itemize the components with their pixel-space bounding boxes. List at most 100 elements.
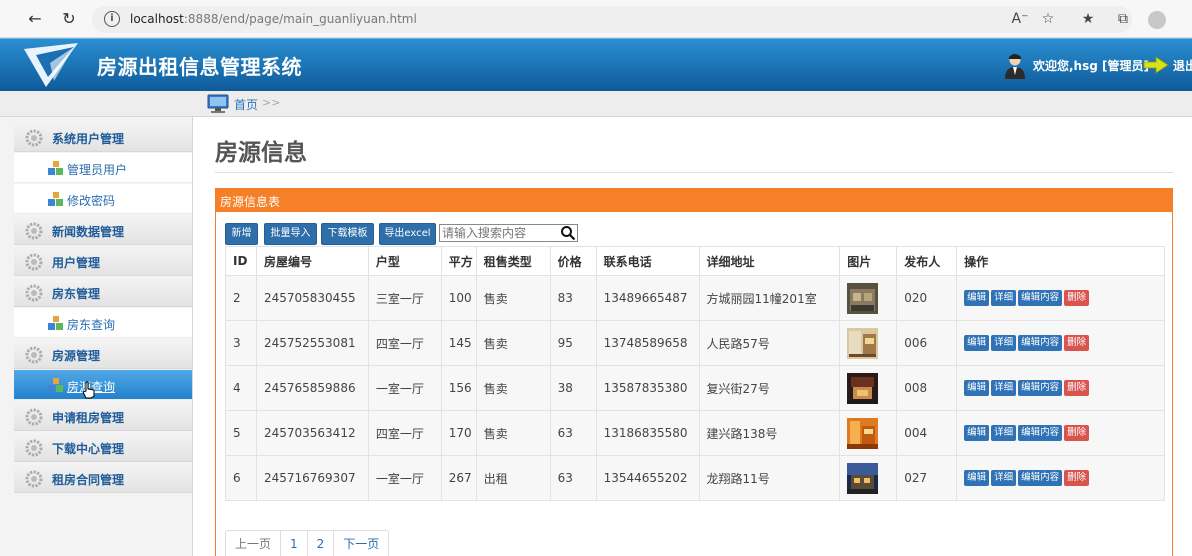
- add-button[interactable]: 新增: [225, 223, 258, 245]
- search-icon[interactable]: [560, 225, 576, 241]
- house-photo-thumbnail[interactable]: [847, 372, 879, 404]
- site-info-icon[interactable]: i: [104, 11, 120, 27]
- edit-content-button[interactable]: 编辑内容: [1018, 335, 1063, 351]
- edit-content-button[interactable]: 编辑内容: [1018, 425, 1063, 441]
- edit-content-button[interactable]: 编辑内容: [1018, 380, 1063, 396]
- profile-avatar-icon[interactable]: [1148, 11, 1166, 29]
- column-header: 平方: [440, 246, 477, 276]
- cell-type: 售卖: [475, 275, 551, 321]
- column-header: ID: [225, 246, 257, 276]
- table-row: 3 245752553081 四室一厅 145 售卖 95 1374858965…: [225, 320, 1165, 366]
- house-photo-thumbnail[interactable]: [847, 417, 879, 449]
- search-input[interactable]: [440, 225, 560, 241]
- delete-button[interactable]: 删除: [1064, 335, 1090, 351]
- column-header: 联系电话: [595, 246, 700, 276]
- sidebar-group-landlords[interactable]: 房东管理: [14, 277, 192, 307]
- sidebar-group-contracts[interactable]: 租房合同管理: [14, 463, 192, 493]
- welcome-text: 欢迎您,hsg [管理员]: [1033, 59, 1149, 73]
- blocks-icon: [48, 316, 63, 330]
- cell-code: 245752553081: [255, 320, 369, 366]
- sidebar-group-label: 系统用户管理: [52, 132, 125, 146]
- sidebar-group-label: 房东管理: [52, 287, 101, 301]
- sidebar-group-housing[interactable]: 房源管理: [14, 339, 192, 369]
- logo-icon: [24, 43, 78, 87]
- blocks-icon: [48, 161, 63, 175]
- delete-button[interactable]: 删除: [1064, 425, 1090, 441]
- edit-button[interactable]: 编辑: [964, 335, 990, 351]
- column-header: 发布人: [896, 246, 958, 276]
- detail-button[interactable]: 详细: [991, 425, 1017, 441]
- edit-button[interactable]: 编辑: [964, 290, 990, 306]
- edit-button[interactable]: 编辑: [964, 380, 990, 396]
- edit-button[interactable]: 编辑: [964, 470, 990, 486]
- monitor-icon: [207, 94, 229, 113]
- breadcrumb-home-link[interactable]: 首页: [234, 96, 258, 113]
- sidebar-group-users[interactable]: 用户管理: [14, 246, 192, 276]
- back-arrow-icon[interactable]: ←: [24, 8, 46, 30]
- house-photo-thumbnail[interactable]: [847, 462, 879, 494]
- sidebar-item-housing-query[interactable]: 房源查询: [14, 370, 192, 400]
- page-1-button[interactable]: 1: [281, 531, 308, 556]
- cell-price: 83: [549, 275, 597, 321]
- sidebar-item-admin-users[interactable]: 管理员用户: [14, 153, 192, 183]
- table-row: 2 245705830455 三室一厅 100 售卖 83 1348966548…: [225, 275, 1165, 321]
- cell-image: [839, 320, 898, 366]
- sidebar-item-label: 管理员用户: [67, 163, 128, 177]
- logout-link[interactable]: 退出: [1173, 57, 1192, 74]
- cell-address: 龙翔路11号: [698, 455, 841, 501]
- url-text[interactable]: localhost:8888/end/page/main_guanliyuan.…: [130, 12, 417, 26]
- delete-button[interactable]: 删除: [1064, 470, 1090, 486]
- column-header: 图片: [839, 246, 898, 276]
- column-header: 价格: [549, 246, 597, 276]
- gear-icon: [25, 439, 43, 457]
- delete-button[interactable]: 删除: [1064, 380, 1090, 396]
- detail-button[interactable]: 详细: [991, 470, 1017, 486]
- edit-button[interactable]: 编辑: [964, 425, 990, 441]
- cell-publisher: 020: [896, 275, 958, 321]
- house-photo-thumbnail[interactable]: [847, 327, 879, 359]
- reload-icon[interactable]: ↻: [58, 8, 80, 30]
- download-template-button[interactable]: 下载模板: [321, 223, 374, 245]
- edit-content-button[interactable]: 编辑内容: [1018, 290, 1063, 306]
- panel-title: 房源信息表: [220, 195, 281, 209]
- gear-icon: [25, 253, 43, 271]
- next-page-button[interactable]: 下一页: [334, 531, 388, 556]
- sidebar-group-label: 申请租房管理: [52, 411, 125, 425]
- breadcrumb: 首页 >>: [0, 91, 1192, 117]
- cell-layout: 一室一厅: [367, 455, 442, 501]
- cell-address: 人民路57号: [698, 320, 841, 366]
- logout-arrow-icon[interactable]: [1143, 56, 1169, 74]
- batch-import-button[interactable]: 批量导入: [264, 223, 317, 245]
- sidebar-item-landlord-query[interactable]: 房东查询: [14, 308, 192, 338]
- add-favorite-icon[interactable]: ☆: [1038, 9, 1058, 29]
- gear-icon: [25, 284, 43, 302]
- collections-icon[interactable]: ⧉: [1113, 9, 1133, 29]
- read-aloud-icon[interactable]: A⁻: [1010, 9, 1030, 29]
- detail-button[interactable]: 详细: [991, 335, 1017, 351]
- delete-button[interactable]: 删除: [1064, 290, 1090, 306]
- sidebar-group-downloads[interactable]: 下载中心管理: [14, 432, 192, 462]
- cell-address: 复兴街27号: [698, 365, 841, 411]
- address-bar[interactable]: i localhost:8888/end/page/main_guanliyua…: [92, 6, 1132, 33]
- detail-button[interactable]: 详细: [991, 380, 1017, 396]
- cell-actions: 编辑 详细 编辑内容 删除: [956, 320, 1165, 366]
- cell-price: 38: [549, 365, 597, 411]
- edit-content-button[interactable]: 编辑内容: [1018, 470, 1063, 486]
- admin-user-icon: [1005, 54, 1025, 79]
- blocks-icon: [48, 192, 63, 206]
- detail-button[interactable]: 详细: [991, 290, 1017, 306]
- housing-panel: 房源信息表 新增 批量导入 下载模板 导出excel ID 房屋编号 户型 平方…: [215, 188, 1173, 556]
- sidebar-group-news[interactable]: 新闻数据管理: [14, 215, 192, 245]
- cell-layout: 四室一厅: [367, 320, 442, 366]
- cell-code: 245716769307: [255, 455, 369, 501]
- sidebar-item-label: 房东查询: [67, 318, 116, 332]
- sidebar-item-change-password[interactable]: 修改密码: [14, 184, 192, 214]
- house-photo-thumbnail[interactable]: [847, 282, 879, 314]
- sidebar-group-rental-applications[interactable]: 申请租房管理: [14, 401, 192, 431]
- export-excel-button[interactable]: 导出excel: [379, 223, 436, 245]
- favorites-icon[interactable]: ★: [1078, 9, 1098, 29]
- cell-id: 5: [225, 410, 257, 456]
- sidebar-group-system-users[interactable]: 系统用户管理: [14, 122, 192, 152]
- page-2-button[interactable]: 2: [308, 531, 335, 556]
- prev-page-button[interactable]: 上一页: [226, 531, 282, 556]
